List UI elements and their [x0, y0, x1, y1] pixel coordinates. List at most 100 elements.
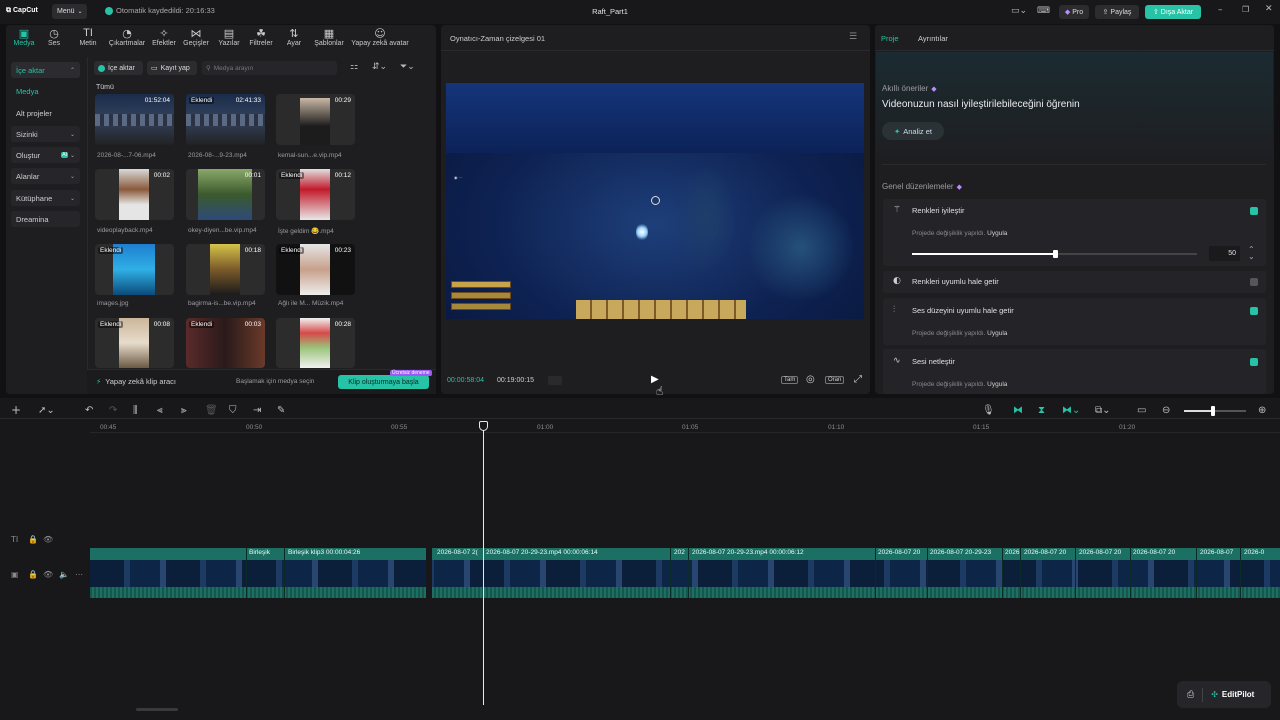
playhead[interactable]: [483, 425, 484, 705]
clarify-audio-toggle[interactable]: [1250, 358, 1258, 366]
slider-thumb[interactable]: [1052, 250, 1058, 258]
tab-audio[interactable]: ◷ Ses: [36, 27, 72, 53]
clip-label[interactable]: 2026: [1005, 549, 1020, 556]
monitor-icon[interactable]: ▭: [1137, 405, 1146, 416]
clip-label[interactable]: 2026-08-07 20: [1133, 549, 1195, 556]
tab-text[interactable]: TI Metin: [70, 27, 106, 53]
close-icon[interactable]: ✕: [1265, 4, 1273, 14]
speaker-icon[interactable]: 🔈: [59, 570, 69, 579]
tab-stickers[interactable]: ◔ Çıkartmalar: [105, 27, 149, 53]
fullscreen-icon[interactable]: ⤢: [854, 374, 862, 385]
auto-snap-icon[interactable]: ⧗: [1038, 405, 1045, 416]
sidebar-item-yours[interactable]: Sizinki ⌄: [11, 126, 80, 142]
search-input[interactable]: ⚲ Medya arayın: [202, 61, 337, 75]
apply-link[interactable]: Uygula: [987, 230, 1007, 237]
apply-link[interactable]: Uygula: [987, 381, 1007, 388]
apply-link[interactable]: Uygula: [987, 330, 1007, 337]
slider-value-input[interactable]: 50: [1209, 246, 1240, 261]
clip-label[interactable]: 2026-0: [1244, 549, 1278, 556]
preview-axis-icon[interactable]: ⧉⌄: [1095, 405, 1111, 416]
linkage-icon[interactable]: ⧓⌄: [1062, 405, 1080, 416]
shield-icon[interactable]: ⛉: [229, 405, 237, 416]
clip-label[interactable]: Birleşik: [249, 549, 283, 556]
clip-label[interactable]: 2026-08-07 20: [1079, 549, 1129, 556]
sidebar-item-spaces[interactable]: Alanlar ⌄: [11, 168, 80, 184]
media-thumbnail[interactable]: Eklendi 00:08: [95, 318, 174, 368]
restore-icon[interactable]: ❐: [1242, 5, 1249, 14]
undo-icon[interactable]: ↶: [85, 405, 93, 416]
sidebar-item-media[interactable]: Medya: [11, 83, 80, 99]
clip-label[interactable]: 2026-08-07 20-29-23.mp4 00:00:06:12: [692, 549, 874, 556]
media-thumbnail[interactable]: 01:52:04: [95, 94, 174, 145]
media-thumbnail[interactable]: Eklendi 00:12: [276, 169, 355, 220]
view-mode-icon[interactable]: ⚏: [350, 62, 358, 72]
redo-icon[interactable]: ↷: [109, 405, 117, 416]
sidebar-item-create[interactable]: Oluştur AI ⌄: [11, 147, 80, 163]
media-thumbnail[interactable]: 00:01: [186, 169, 265, 220]
import-button[interactable]: İçe aktar: [94, 61, 143, 75]
start-clip-button[interactable]: Klip oluşturmaya başla: [338, 375, 429, 389]
clip-label[interactable]: 202: [674, 549, 688, 556]
tab-captions[interactable]: ▤ Yazılar: [211, 27, 247, 53]
media-thumbnail[interactable]: Eklendi 00:23: [276, 244, 355, 295]
snapshot-icon[interactable]: ◎: [806, 374, 815, 385]
filter-icon[interactable]: ⏷⌄: [400, 62, 415, 72]
more-icon[interactable]: ⋯: [75, 570, 83, 579]
split-icon[interactable]: ⫼: [133, 405, 138, 416]
eye-icon[interactable]: 👁: [43, 535, 53, 544]
export-button[interactable]: ⇧ Dışa Aktar: [1145, 5, 1201, 19]
enhance-colors-toggle[interactable]: [1250, 207, 1258, 215]
slider-track[interactable]: [912, 250, 1197, 258]
tab-filters[interactable]: ☘ Filtreler: [243, 27, 279, 53]
edit-icon[interactable]: ✎: [277, 405, 285, 416]
media-thumbnail[interactable]: 00:02: [95, 169, 174, 220]
clip-label[interactable]: 2026-08-07 20: [1024, 549, 1074, 556]
sidebar-item-library[interactable]: Kütüphane ⌄: [11, 190, 80, 206]
sidebar-item-import[interactable]: İçe aktar ⌃: [11, 62, 80, 78]
tab-effects[interactable]: ✧ Efektler: [146, 27, 182, 53]
media-thumbnail[interactable]: Eklendi 02:41:33: [186, 94, 265, 145]
pro-button[interactable]: ◆ Pro: [1059, 5, 1089, 19]
clip-label[interactable]: Birleşik klip3 00:00:04:26: [288, 549, 423, 556]
ai-clip-tool[interactable]: ⚡ Yapay zekâ klip aracı: [96, 377, 176, 386]
media-thumbnail[interactable]: 00:29: [276, 94, 355, 145]
sidebar-item-subprojects[interactable]: Alt projeler: [11, 105, 80, 121]
menu-icon[interactable]: ☰: [849, 32, 857, 42]
tab-adjust[interactable]: ⇅ Ayar: [276, 27, 312, 53]
normalize-audio-toggle[interactable]: [1250, 307, 1258, 315]
clip-label[interactable]: 2026-08-07 20-29-23.mp4 00:00:06:14: [486, 549, 668, 556]
split-left-icon[interactable]: ⫷: [157, 405, 163, 416]
clip-label[interactable]: 2026-08-07 20: [878, 549, 926, 556]
tab-transitions[interactable]: ⋈ Geçişler: [178, 27, 214, 53]
lock-icon[interactable]: 🔒: [28, 570, 38, 579]
record-button[interactable]: ▭ Kayıt yap: [147, 61, 197, 75]
minimize-icon[interactable]: –: [1218, 5, 1223, 15]
media-thumbnail[interactable]: 00:28: [276, 318, 355, 368]
media-thumbnail[interactable]: Eklendi: [95, 244, 174, 295]
clip-label[interactable]: 2026-08-07: [1200, 549, 1239, 556]
media-thumbnail[interactable]: 00:18: [186, 244, 265, 295]
main-track-magnet-icon[interactable]: ⧓: [1013, 405, 1023, 416]
tab-templates[interactable]: ▦ Şablonlar: [309, 27, 349, 53]
feedback-icon[interactable]: ⎙: [1187, 690, 1194, 700]
playhead-handle[interactable]: [479, 421, 488, 431]
zoom-slider[interactable]: [1184, 406, 1246, 416]
layout-icon[interactable]: ▭⌄: [1011, 6, 1027, 16]
select-tool-icon[interactable]: ➚⌄: [38, 405, 55, 416]
analyze-button[interactable]: ✦ Analiz et: [882, 122, 944, 140]
freeze-icon[interactable]: ⇥: [253, 405, 261, 416]
delete-icon[interactable]: 🗑: [205, 405, 218, 416]
clip-label[interactable]: 2026-08-07 20-29-23: [930, 549, 1001, 556]
zoom-out-icon[interactable]: ⊖: [1162, 405, 1170, 416]
timeline-scrollbar[interactable]: [136, 708, 178, 711]
video-preview[interactable]: ◉ ···: [446, 83, 864, 319]
add-track-icon[interactable]: +: [11, 403, 21, 417]
ratio-button[interactable]: Oran: [825, 376, 845, 384]
full-quality-button[interactable]: Tam: [781, 376, 799, 384]
tab-ai-avatar[interactable]: ☺ Yapay zekâ avatar: [348, 27, 412, 53]
share-button[interactable]: ⇪ Paylaş: [1095, 5, 1139, 19]
tab-project[interactable]: Proje: [881, 34, 899, 43]
media-thumbnail[interactable]: Eklendi 00:03: [186, 318, 265, 368]
zoom-in-icon[interactable]: ⊕: [1258, 405, 1266, 416]
shortcut-icon[interactable]: ⌨: [1037, 6, 1050, 16]
